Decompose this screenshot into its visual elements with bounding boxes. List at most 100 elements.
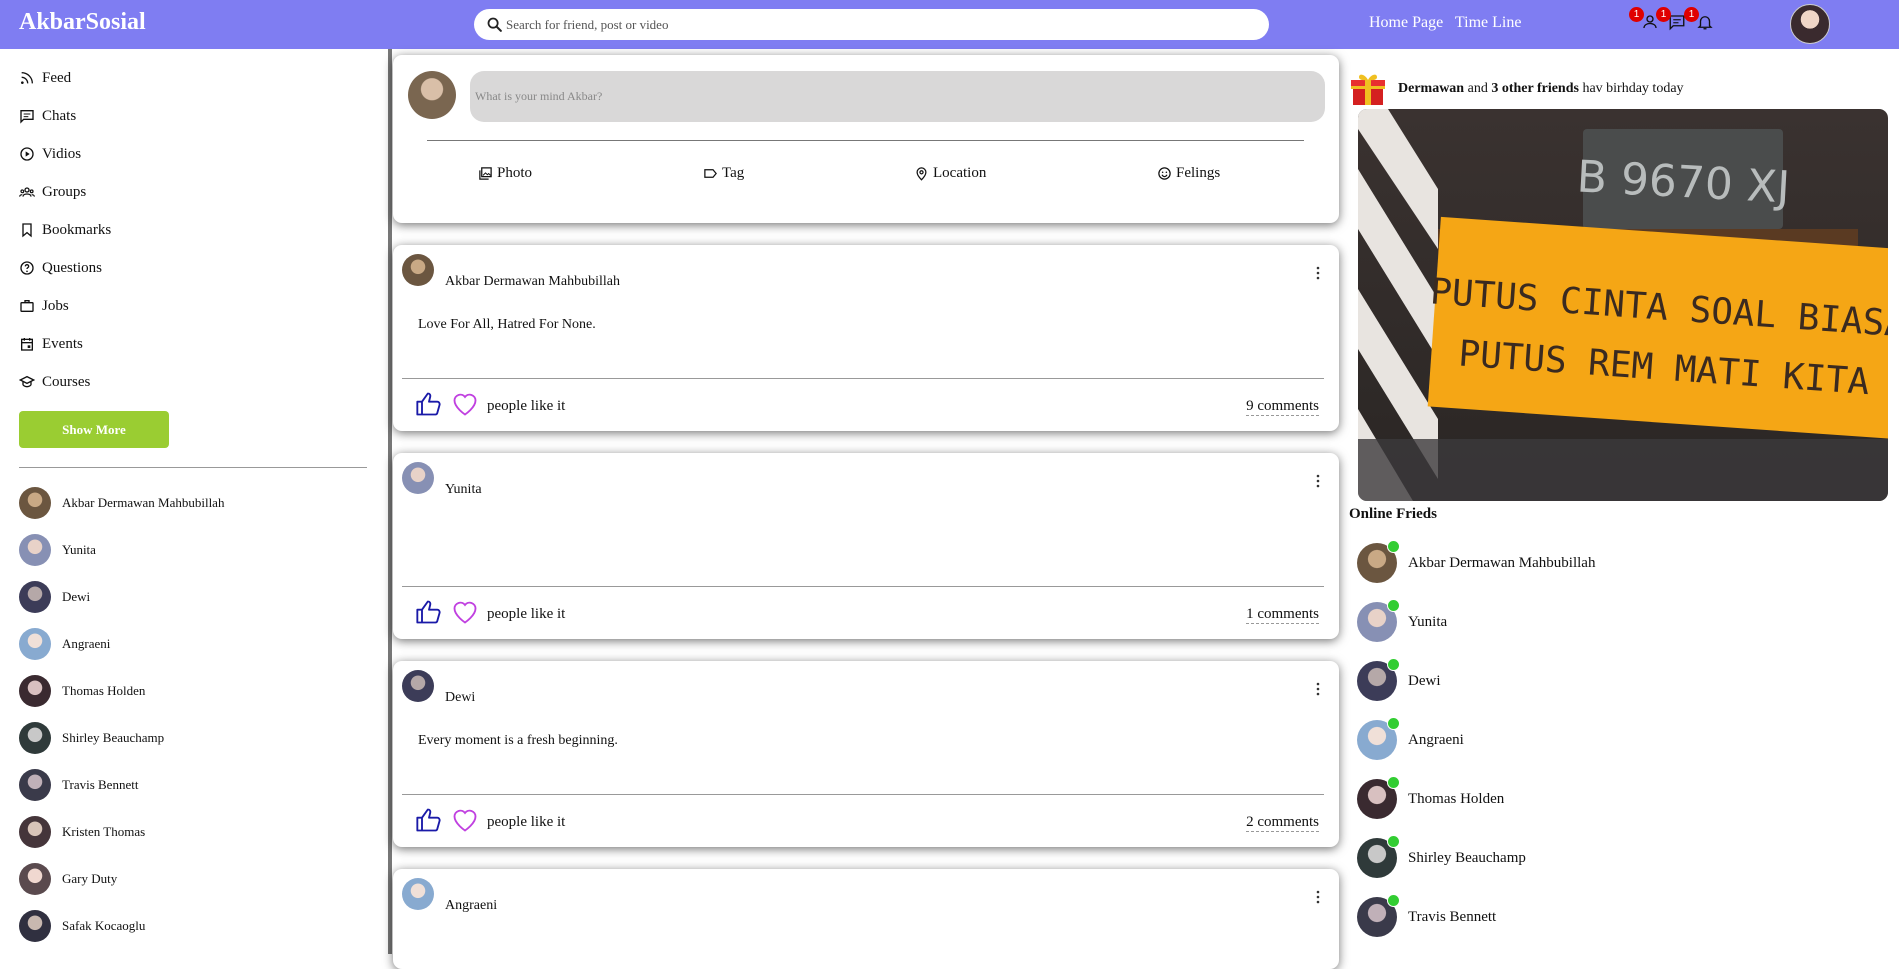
friend-item[interactable]: Gary Duty <box>19 863 117 895</box>
like-icon[interactable] <box>415 598 443 626</box>
notifications-button[interactable]: 1 <box>1684 7 1714 31</box>
more-vert-icon[interactable] <box>1315 889 1321 905</box>
gift-icon <box>1351 74 1385 105</box>
sidebar-item-feed[interactable]: Feed <box>19 68 71 88</box>
sidebar-divider <box>19 467 367 468</box>
online-indicator <box>1387 658 1400 671</box>
school-icon <box>19 375 35 388</box>
sidebar-item-label: Feed <box>42 69 72 86</box>
timeline-link[interactable]: Time Line <box>1455 14 1522 31</box>
post-card: Akbar Dermawan Mahbubillah Love For All,… <box>393 245 1339 431</box>
profile-avatar[interactable] <box>1790 4 1830 44</box>
friend-name: Yunita <box>62 542 96 557</box>
friend-item[interactable]: Angraeni <box>19 628 110 660</box>
online-friend-name: Akbar Dermawan Mahbubillah <box>1408 554 1596 571</box>
friend-name: Safak Kocaoglu <box>62 918 146 933</box>
like-count: people like it <box>487 814 566 830</box>
post-divider <box>402 794 1324 795</box>
more-vert-icon[interactable] <box>1315 265 1321 281</box>
avatar <box>19 534 51 566</box>
comments-link[interactable]: 9 comments <box>1246 398 1319 416</box>
home-page-link[interactable]: Home Page <box>1369 14 1443 31</box>
friend-item[interactable]: Yunita <box>19 534 96 566</box>
sidebar-item-courses[interactable]: Courses <box>19 372 90 392</box>
avatar[interactable] <box>402 462 434 494</box>
post-author[interactable]: Angraeni <box>445 898 497 914</box>
sidebar-item-groups[interactable]: Groups <box>19 182 86 202</box>
friend-item[interactable]: Travis Bennett <box>19 769 138 801</box>
feelings-option[interactable]: Felings <box>1157 165 1220 182</box>
sidebar-item-bookmarks[interactable]: Bookmarks <box>19 220 111 240</box>
messages-badge: 1 <box>1656 7 1671 22</box>
avatar[interactable] <box>402 670 434 702</box>
friend-item[interactable]: Shirley Beauchamp <box>19 722 164 754</box>
like-count: people like it <box>487 606 566 622</box>
sidebar-item-vidios[interactable]: Vidios <box>19 144 81 164</box>
comments-link[interactable]: 1 comments <box>1246 606 1319 624</box>
like-icon[interactable] <box>415 806 443 834</box>
sidebar-item-questions[interactable]: Questions <box>19 258 102 278</box>
sidebar-item-label: Bookmarks <box>42 221 112 238</box>
post-text: Every moment is a fresh beginning. <box>418 733 618 748</box>
share-input[interactable] <box>470 71 1325 122</box>
location-option[interactable]: Location <box>914 165 986 182</box>
online-friend-name: Shirley Beauchamp <box>1408 849 1526 866</box>
post-author[interactable]: Dewi <box>445 690 475 706</box>
online-friends-title: Online Frieds <box>1349 506 1437 522</box>
friend-item[interactable]: Dewi <box>19 581 90 613</box>
like-icon[interactable] <box>415 390 443 418</box>
online-friend-name: Angraeni <box>1408 731 1464 748</box>
sidebar-item-events[interactable]: Events <box>19 334 83 354</box>
post-author[interactable]: Yunita <box>445 482 482 498</box>
location-label: Location <box>933 165 987 181</box>
briefcase-icon <box>20 300 34 312</box>
avatar <box>19 910 51 942</box>
friend-name: Thomas Holden <box>62 683 146 698</box>
heart-icon[interactable] <box>451 807 479 833</box>
more-vert-icon[interactable] <box>1315 681 1321 697</box>
help-circle-icon <box>20 261 34 275</box>
ad-photo: B 9670 XJ PUTUS CINTA SOAL BIASA PUTUS R… <box>1358 109 1888 501</box>
comments-link[interactable]: 2 comments <box>1246 814 1319 832</box>
label-icon <box>704 169 717 178</box>
online-friend-item[interactable]: Dewi <box>1357 658 1441 701</box>
online-indicator <box>1387 776 1400 789</box>
sidebar-item-jobs[interactable]: Jobs <box>19 296 69 316</box>
sidebar-item-label: Questions <box>42 259 102 276</box>
online-friend-item[interactable]: Akbar Dermawan Mahbubillah <box>1357 540 1596 583</box>
chat-icon <box>20 110 34 124</box>
avatar <box>1357 894 1400 937</box>
online-friend-item[interactable]: Travis Bennett <box>1357 894 1496 937</box>
search-input[interactable] <box>506 13 1246 36</box>
avatar <box>19 769 51 801</box>
avatar[interactable] <box>402 878 434 910</box>
friend-item[interactable]: Safak Kocaoglu <box>19 910 145 942</box>
sidebar-item-chats[interactable]: Chats <box>19 106 76 126</box>
heart-icon[interactable] <box>451 391 479 417</box>
like-count: people like it <box>487 398 566 414</box>
logo[interactable]: AkbarSosial <box>19 9 146 36</box>
avatar[interactable] <box>402 254 434 286</box>
friend-item[interactable]: Kristen Thomas <box>19 816 145 848</box>
friend-item[interactable]: Akbar Dermawan Mahbubillah <box>19 487 224 519</box>
online-friend-item[interactable]: Shirley Beauchamp <box>1357 835 1526 878</box>
online-indicator <box>1387 894 1400 907</box>
post-divider <box>402 378 1324 379</box>
friend-item[interactable]: Thomas Holden <box>19 675 145 707</box>
photo-option[interactable]: Photo <box>478 165 532 182</box>
post-author[interactable]: Akbar Dermawan Mahbubillah <box>445 274 620 290</box>
avatar <box>1357 776 1400 819</box>
show-more-button[interactable]: Show More <box>19 411 169 448</box>
avatar <box>19 816 51 848</box>
more-vert-icon[interactable] <box>1315 473 1321 489</box>
tag-option[interactable]: Tag <box>703 165 744 182</box>
online-friend-item[interactable]: Yunita <box>1357 599 1447 642</box>
online-indicator <box>1387 540 1400 553</box>
topbar: AkbarSosial Home Page Time Line 1 1 1 <box>0 0 1899 49</box>
ad-image[interactable]: B 9670 XJ PUTUS CINTA SOAL BIASA PUTUS R… <box>1358 109 1888 501</box>
search-bar[interactable] <box>474 9 1269 40</box>
online-friend-item[interactable]: Thomas Holden <box>1357 776 1504 819</box>
avatar <box>19 863 51 895</box>
heart-icon[interactable] <box>451 599 479 625</box>
online-friend-item[interactable]: Angraeni <box>1357 717 1464 760</box>
